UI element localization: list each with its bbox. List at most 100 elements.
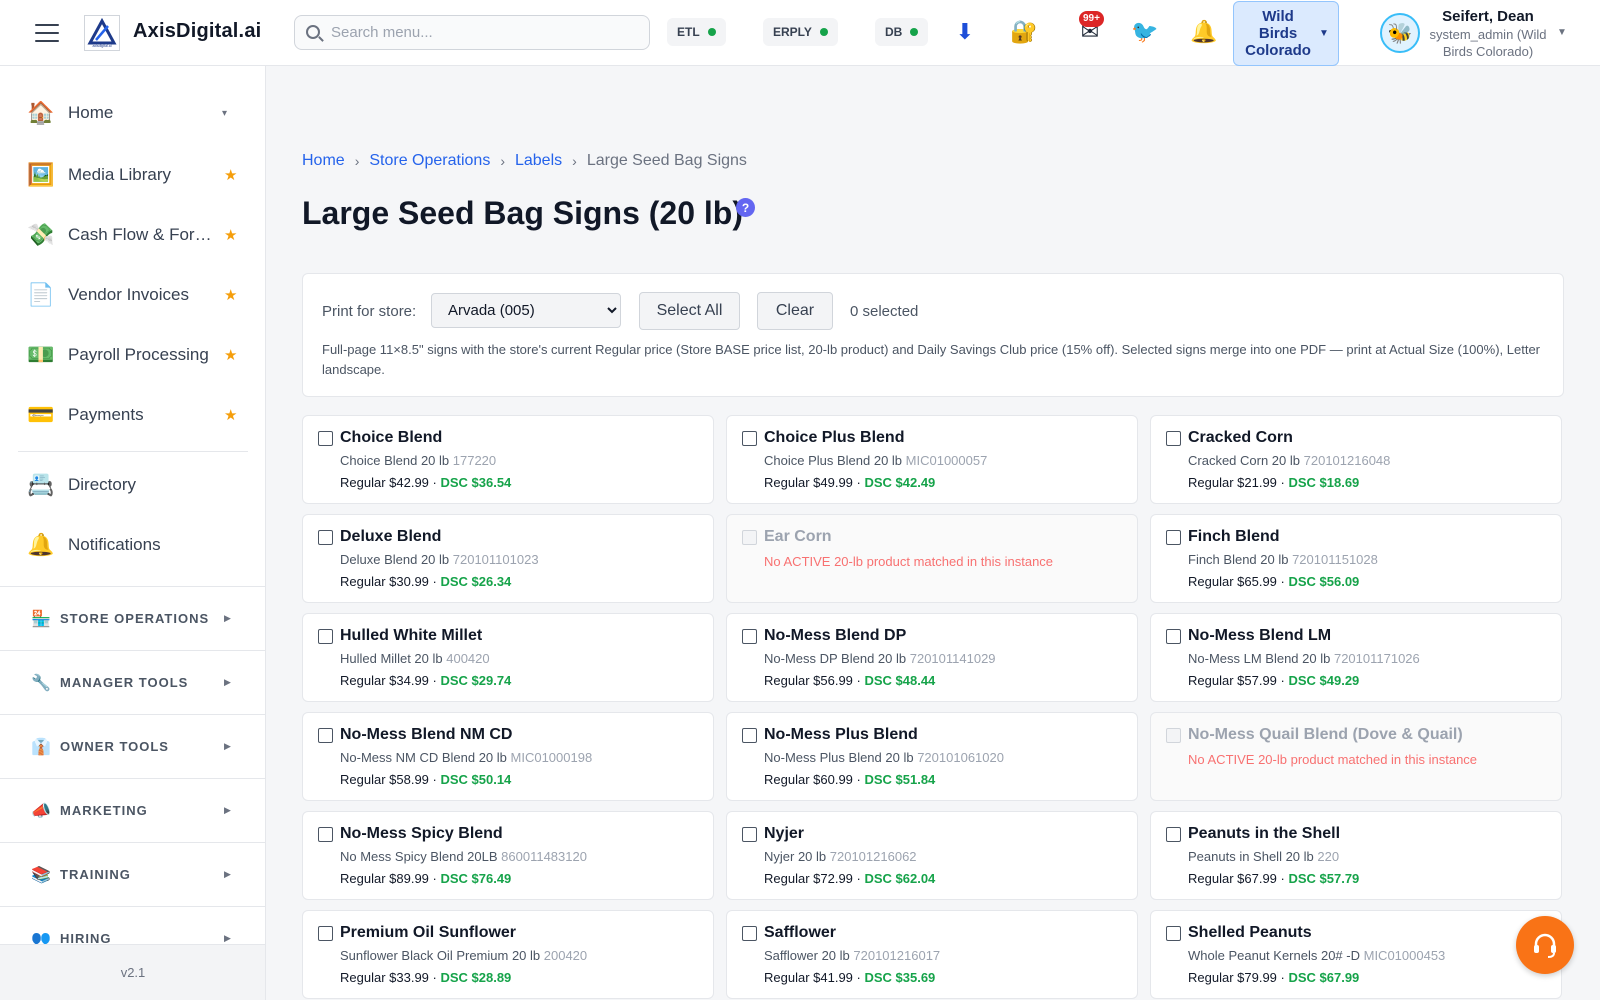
logo-text[interactable]: AxisDigital.ai	[133, 20, 261, 43]
sidebar-section-marketing[interactable]: 📣 MARKETING ▶	[0, 778, 265, 842]
sign-price: Regular $33.99 · DSC $28.89	[340, 970, 512, 985]
sign-name: No-Mess Blend LM	[1188, 627, 1332, 644]
user-name[interactable]: Seifert, Dean	[1424, 8, 1552, 25]
sign-card[interactable]: No-Mess Spicy Blend No Mess Spicy Blend 2…	[302, 811, 714, 900]
sign-checkbox[interactable]	[318, 728, 333, 743]
sign-card[interactable]: Deluxe Blend Deluxe Blend 20 lb 720101101…	[302, 514, 714, 603]
sign-card[interactable]: Choice Blend Choice Blend 20 lb 177220 Reg…	[302, 415, 714, 504]
print-controls-panel: Print for store: Arvada (005) Select All…	[302, 273, 1564, 397]
dsc-price: DSC $62.04	[864, 871, 936, 886]
support-chat-button[interactable]	[1516, 916, 1574, 974]
product-name: Peanuts in Shell 20 lb	[1188, 849, 1314, 864]
favorite-star-icon[interactable]: ★	[224, 226, 237, 244]
search-box[interactable]	[294, 15, 650, 50]
sidebar-item-vendor-invoices[interactable]: 📄 Vendor Invoices ★	[0, 270, 265, 320]
home-icon: 🏠	[27, 100, 55, 125]
sidebar-item-notifications[interactable]: 🔔 Notifications	[0, 520, 265, 570]
select-all-button[interactable]: Select All	[639, 292, 740, 330]
sign-checkbox[interactable]	[318, 530, 333, 545]
download-icon[interactable]: ⬇	[950, 18, 980, 46]
sign-checkbox[interactable]	[318, 926, 333, 941]
favorite-star-icon[interactable]: ★	[224, 166, 237, 184]
breadcrumb-home[interactable]: Home	[302, 152, 345, 170]
regular-price: Regular $41.99	[764, 970, 853, 985]
sign-checkbox[interactable]	[318, 827, 333, 842]
logo-icon[interactable]: axisdigital.ai	[84, 15, 120, 51]
sidebar-section-owner-tools[interactable]: 👔 OWNER TOOLS ▶	[0, 714, 265, 778]
sign-card[interactable]: Premium Oil Sunflower Sunflower Black Oil…	[302, 910, 714, 999]
sidebar-item-media-library[interactable]: 🖼️ Media Library ★	[0, 150, 265, 200]
sign-card[interactable]: Shelled Peanuts Whole Peanut Kernels 20# …	[1150, 910, 1562, 999]
sidebar-item-directory[interactable]: 📇 Directory	[0, 460, 265, 510]
sign-card[interactable]: Peanuts in the Shell Peanuts in Shell 20 …	[1150, 811, 1562, 900]
product-sku: 720101216048	[1303, 453, 1391, 468]
sign-card[interactable]: No-Mess Blend NM CD No-Mess NM CD Blend 2…	[302, 712, 714, 801]
user-menu-chevron-icon[interactable]: ▼	[1557, 27, 1567, 38]
sign-card[interactable]: Nyjer Nyjer 20 lb 720101216062 Regular $72…	[726, 811, 1138, 900]
section-label: MARKETING	[60, 803, 148, 818]
user-avatar[interactable]: 🐝	[1380, 13, 1420, 53]
sign-card[interactable]: No-Mess Blend LM No-Mess LM Blend 20 lb 7…	[1150, 613, 1562, 702]
sign-card[interactable]: Safflower Safflower 20 lb 720101216017 Reg…	[726, 910, 1138, 999]
sign-checkbox[interactable]	[1166, 530, 1181, 545]
breadcrumb-current: Large Seed Bag Signs	[586, 152, 747, 169]
favorite-star-icon[interactable]: ★	[224, 286, 237, 304]
sidebar-section-store-operations[interactable]: 🏪 STORE OPERATIONS ▶	[0, 586, 265, 650]
mail-badge: 99+	[1079, 11, 1104, 27]
sign-warning: No ACTIVE 20-lb product matched in this …	[1188, 752, 1478, 767]
sign-card[interactable]: Hulled White Millet Hulled Millet 20 lb 4…	[302, 613, 714, 702]
product-sku: 720101061020	[917, 750, 1004, 765]
breadcrumb-separator: ›	[572, 153, 577, 169]
sidebar-item-payments[interactable]: 💳 Payments ★	[0, 390, 265, 440]
breadcrumb-labels[interactable]: Labels	[515, 152, 562, 170]
bell-icon[interactable]: 🔔	[1189, 18, 1219, 46]
regular-price: Regular $21.99	[1188, 475, 1277, 490]
sign-name: No-Mess Plus Blend	[764, 726, 918, 743]
sign-card[interactable]: No-Mess Blend DP No-Mess DP Blend 20 lb 7…	[726, 613, 1138, 702]
sign-checkbox[interactable]	[1166, 431, 1181, 446]
sign-checkbox[interactable]	[742, 827, 757, 842]
sign-name: No-Mess Blend DP	[764, 627, 907, 644]
sidebar-item-payroll-processing[interactable]: 💵 Payroll Processing ★	[0, 330, 265, 380]
sign-checkbox[interactable]	[1166, 926, 1181, 941]
hamburger-menu-icon[interactable]	[35, 24, 59, 42]
sign-card[interactable]: Choice Plus Blend Choice Plus Blend 20 lb…	[726, 415, 1138, 504]
sign-checkbox[interactable]	[742, 728, 757, 743]
lock-icon[interactable]: 🔐	[1009, 18, 1039, 46]
sign-product: Cracked Corn 20 lb 720101216048	[1188, 453, 1390, 468]
help-icon[interactable]: ?	[736, 198, 755, 217]
store-switcher-button[interactable]: Wild Birds Colorado ▼	[1233, 1, 1339, 66]
clear-button[interactable]: Clear	[757, 292, 833, 330]
sign-card[interactable]: No-Mess Plus Blend No-Mess Plus Blend 20 …	[726, 712, 1138, 801]
breadcrumb-store-operations[interactable]: Store Operations	[369, 152, 490, 170]
status-erply[interactable]: ERPLY	[763, 18, 838, 46]
sign-card[interactable]: Finch Blend Finch Blend 20 lb 72010115102…	[1150, 514, 1562, 603]
regular-price: Regular $60.99	[764, 772, 853, 787]
sidebar: 🏠 Home ▾ 🖼️ Media Library ★ 💸 Cash Flow …	[0, 66, 266, 1000]
sign-card[interactable]: Cracked Corn Cracked Corn 20 lb 720101216…	[1150, 415, 1562, 504]
bird-icon[interactable]: 🐦	[1130, 18, 1160, 46]
sign-checkbox[interactable]	[1166, 629, 1181, 644]
search-input[interactable]	[331, 24, 631, 41]
regular-price: Regular $56.99	[764, 673, 853, 688]
sign-checkbox[interactable]	[318, 629, 333, 644]
sidebar-item-home[interactable]: 🏠 Home ▾	[0, 88, 265, 138]
sidebar-item-cash-flow[interactable]: 💸 Cash Flow & For… ★	[0, 210, 265, 260]
favorite-star-icon[interactable]: ★	[224, 406, 237, 424]
status-etl[interactable]: ETL	[667, 18, 726, 46]
sign-checkbox[interactable]	[742, 926, 757, 941]
product-sku: 400420	[446, 651, 490, 666]
print-for-store-label: Print for store:	[322, 303, 417, 320]
sidebar-section-training[interactable]: 📚 TRAINING ▶	[0, 842, 265, 906]
chevron-down-icon: ▼	[1319, 28, 1329, 39]
sidebar-section-manager-tools[interactable]: 🔧 MANAGER TOOLS ▶	[0, 650, 265, 714]
status-db[interactable]: DB	[875, 18, 929, 46]
sign-name: Finch Blend	[1188, 528, 1280, 545]
sign-checkbox[interactable]	[742, 431, 757, 446]
sign-checkbox[interactable]	[318, 431, 333, 446]
store-select[interactable]: Arvada (005)	[431, 293, 621, 328]
sign-checkbox[interactable]	[1166, 827, 1181, 842]
chevron-down-icon[interactable]: ▾	[222, 108, 227, 119]
sign-checkbox[interactable]	[742, 629, 757, 644]
favorite-star-icon[interactable]: ★	[224, 346, 237, 364]
